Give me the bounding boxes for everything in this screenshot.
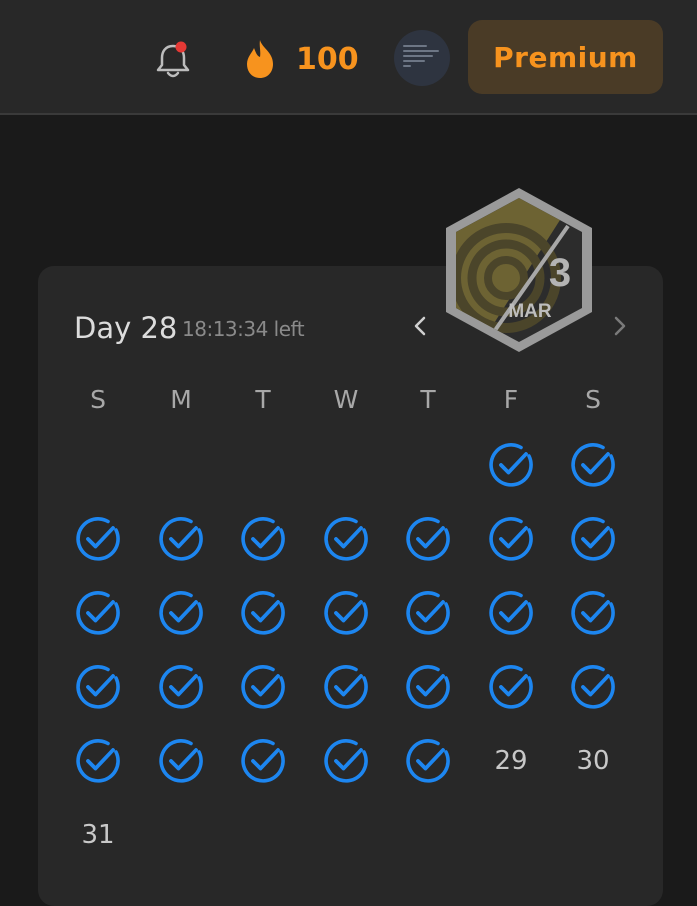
calendar-day[interactable] xyxy=(484,660,538,714)
calendar-day[interactable] xyxy=(154,660,208,714)
calendar-day[interactable] xyxy=(401,734,455,788)
calendar-day[interactable] xyxy=(71,660,125,714)
check-circle-icon xyxy=(159,739,203,783)
weekday-label: W xyxy=(333,385,359,414)
calendar-day[interactable] xyxy=(319,660,373,714)
avatar-image xyxy=(403,45,443,70)
calendar-day[interactable] xyxy=(319,512,373,566)
calendar-day[interactable]: 30 xyxy=(566,734,620,788)
check-circle-icon xyxy=(406,591,450,635)
check-circle-icon xyxy=(76,591,120,635)
calendar-day[interactable] xyxy=(71,512,125,566)
check-circle-icon xyxy=(241,665,285,709)
day-number: 30 xyxy=(576,746,610,776)
check-circle-icon xyxy=(406,517,450,561)
check-circle-icon xyxy=(159,665,203,709)
badge-day: 3 xyxy=(549,251,571,295)
check-circle-icon xyxy=(76,665,120,709)
calendar-day[interactable] xyxy=(236,586,290,640)
chevron-right-icon[interactable] xyxy=(608,311,632,341)
check-circle-icon xyxy=(571,591,615,635)
calendar-day[interactable] xyxy=(484,512,538,566)
weekday-label: S xyxy=(585,385,601,414)
calendar-day[interactable] xyxy=(319,586,373,640)
check-circle-icon xyxy=(571,665,615,709)
day-number: 29 xyxy=(494,746,528,776)
flame-icon xyxy=(247,40,273,78)
check-circle-icon xyxy=(159,591,203,635)
calendar-day[interactable] xyxy=(566,512,620,566)
calendar-day[interactable] xyxy=(154,734,208,788)
calendar-day[interactable] xyxy=(71,586,125,640)
check-circle-icon xyxy=(324,591,368,635)
day-label: Day 28 xyxy=(74,311,178,345)
calendar-day[interactable] xyxy=(401,586,455,640)
calendar-day[interactable] xyxy=(154,586,208,640)
calendar-day[interactable] xyxy=(401,512,455,566)
check-circle-icon xyxy=(76,517,120,561)
day-number: 31 xyxy=(81,820,115,850)
calendar-day[interactable] xyxy=(484,438,538,492)
check-circle-icon xyxy=(324,517,368,561)
check-circle-icon xyxy=(406,739,450,783)
calendar-day[interactable] xyxy=(566,438,620,492)
calendar-day[interactable] xyxy=(236,660,290,714)
check-circle-icon xyxy=(489,665,533,709)
calendar-day[interactable] xyxy=(154,512,208,566)
check-circle-icon xyxy=(159,517,203,561)
time-left: 18:13:34 left xyxy=(182,317,305,341)
check-circle-icon xyxy=(241,517,285,561)
check-circle-icon xyxy=(406,665,450,709)
check-circle-icon xyxy=(241,739,285,783)
bell-icon[interactable] xyxy=(154,40,192,80)
weekday-label: T xyxy=(255,385,271,414)
weekday-label: M xyxy=(170,385,192,414)
weekday-label: T xyxy=(420,385,436,414)
weekday-label: F xyxy=(503,385,519,414)
top-bar: 100 Premium xyxy=(0,0,697,115)
check-circle-icon xyxy=(76,739,120,783)
calendar-day[interactable]: 31 xyxy=(71,808,125,862)
weekday-label: S xyxy=(90,385,106,414)
calendar-day[interactable] xyxy=(566,586,620,640)
check-circle-icon xyxy=(571,517,615,561)
calendar-day[interactable] xyxy=(236,734,290,788)
check-circle-icon xyxy=(489,443,533,487)
check-circle-icon xyxy=(324,665,368,709)
calendar-day[interactable] xyxy=(236,512,290,566)
calendar-day[interactable] xyxy=(319,734,373,788)
calendar-day[interactable] xyxy=(566,660,620,714)
calendar-day[interactable] xyxy=(71,734,125,788)
chevron-left-icon[interactable] xyxy=(408,311,432,341)
check-circle-icon xyxy=(489,517,533,561)
calendar-day[interactable] xyxy=(401,660,455,714)
streak-count: 100 xyxy=(296,42,359,77)
check-circle-icon xyxy=(489,591,533,635)
check-circle-icon xyxy=(324,739,368,783)
premium-button[interactable]: Premium xyxy=(468,20,663,94)
check-circle-icon xyxy=(241,591,285,635)
check-circle-icon xyxy=(571,443,615,487)
badge-month: MAR xyxy=(508,301,552,322)
avatar[interactable] xyxy=(394,30,450,86)
calendar-day[interactable] xyxy=(484,586,538,640)
calendar-day[interactable]: 29 xyxy=(484,734,538,788)
month-badge[interactable]: 3 MAR xyxy=(442,186,596,354)
